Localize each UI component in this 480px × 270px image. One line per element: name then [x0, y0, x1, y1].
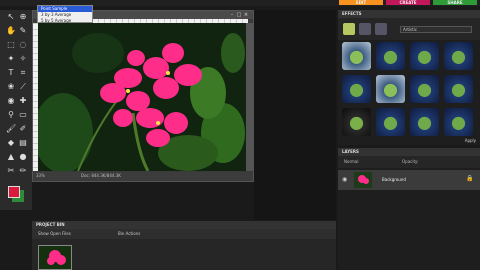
minimize-icon[interactable]: – — [229, 12, 235, 18]
foreground-color-swatch[interactable] — [8, 186, 20, 198]
cookie-cutter-tool-icon[interactable]: ❀ — [6, 82, 16, 92]
sponge-tool-icon[interactable]: ✂ — [6, 166, 16, 176]
effect-thumbnail[interactable] — [376, 42, 405, 70]
layer-styles-icon[interactable] — [359, 23, 371, 35]
document-scrollbar[interactable] — [246, 23, 253, 171]
healing-brush-tool-icon[interactable]: ✚ — [18, 96, 28, 106]
zoom-tool-icon[interactable]: ⊕ — [18, 12, 28, 22]
clone-stamp-tool-icon[interactable]: ⚲ — [6, 110, 16, 120]
marquee-tool-icon[interactable]: ⬚ — [6, 40, 16, 50]
effects-category-select[interactable]: Artistic — [400, 26, 472, 33]
flower-photo[interactable] — [38, 23, 246, 171]
effect-thumbnail[interactable] — [410, 75, 439, 103]
paint-bucket-tool-icon[interactable]: ◆ — [6, 138, 16, 148]
layer-name: Background — [382, 177, 406, 182]
gradient-tool-icon[interactable]: ▤ — [18, 138, 28, 148]
type-tool-icon[interactable]: T — [6, 68, 16, 78]
tab-create[interactable]: CREATE — [386, 0, 430, 5]
show-open-files-select[interactable]: Show Open Files — [38, 229, 71, 239]
effects-panel-title: EFFECTS — [338, 10, 480, 18]
filters-icon[interactable] — [343, 23, 355, 35]
zoom-level[interactable]: 33% — [36, 172, 45, 180]
layers-panel: LAYERS Normal Opacity: ◉ Background 🔒 — [338, 148, 480, 270]
smart-brush-tool-icon[interactable]: ✐ — [18, 124, 28, 134]
red-eye-tool-icon[interactable]: ◉ — [6, 96, 16, 106]
hand-tool-icon[interactable]: ✋ — [6, 26, 16, 36]
project-bin-toolbar: Show Open Files Bin Actions — [32, 229, 336, 239]
project-bin-thumbnail[interactable] — [38, 245, 72, 270]
document-window: – □ × 33% Doc: 844.3K/844.3K — [32, 10, 254, 182]
crop-tool-icon[interactable]: ⌗ — [18, 68, 28, 78]
photo-effects-icon[interactable] — [375, 23, 387, 35]
photo-editor-app: EDIT CREATE SHARE ↖ ⊕ ✋ ✎ ⬚ ◌ ✦ ✧ T ⌗ ❀ … — [0, 0, 480, 270]
document-size: Doc: 844.3K/844.3K — [81, 173, 121, 178]
magic-wand-tool-icon[interactable]: ✦ — [6, 54, 16, 64]
document-status-bar: 33% Doc: 844.3K/844.3K — [33, 172, 253, 180]
effect-thumbnail[interactable] — [342, 42, 371, 70]
lock-icon[interactable]: 🔒 — [466, 175, 473, 182]
effects-panel: EFFECTS Artistic Apply — [338, 10, 480, 145]
effect-thumbnail[interactable] — [444, 108, 473, 136]
blur-tool-icon[interactable]: ● — [18, 152, 28, 162]
layers-panel-title: LAYERS — [338, 148, 480, 156]
close-icon[interactable]: × — [243, 12, 249, 18]
toolbox: ↖ ⊕ ✋ ✎ ⬚ ◌ ✦ ✧ T ⌗ ❀ ⟋ ◉ ✚ ⚲ ▭ 🖌 ✐ ◆ ▤ … — [0, 10, 32, 210]
maximize-icon[interactable]: □ — [236, 12, 242, 18]
sample-size-menu: Point Sample 3 by 3 Average 5 by 5 Avera… — [37, 5, 93, 23]
tab-share[interactable]: SHARE — [433, 0, 477, 5]
effect-thumbnail[interactable] — [342, 108, 371, 136]
selection-brush-tool-icon[interactable]: ✧ — [18, 54, 28, 64]
workspace-background — [254, 10, 336, 220]
effect-thumbnail[interactable] — [376, 75, 405, 103]
pencil-tool-icon[interactable]: ✏ — [18, 166, 28, 176]
effects-grid — [342, 42, 476, 138]
effect-thumbnail[interactable] — [410, 108, 439, 136]
effect-thumbnail[interactable] — [376, 108, 405, 136]
menu-item-5x5-average[interactable]: 5 by 5 Average — [38, 18, 92, 24]
effects-toolbar: Artistic — [338, 18, 480, 40]
layers-toolbar: Normal Opacity: — [338, 156, 480, 168]
eraser-tool-icon[interactable]: ▭ — [18, 110, 28, 120]
layer-row-background[interactable]: ◉ Background 🔒 — [338, 170, 480, 190]
tab-edit[interactable]: EDIT — [339, 0, 383, 5]
effect-thumbnail[interactable] — [410, 42, 439, 70]
effect-thumbnail[interactable] — [444, 75, 473, 103]
blend-mode-select[interactable]: Normal — [344, 156, 358, 168]
effect-thumbnail[interactable] — [342, 75, 371, 103]
eyedropper-tool-icon[interactable]: ✎ — [18, 26, 28, 36]
move-tool-icon[interactable]: ↖ — [6, 12, 16, 22]
bin-actions-menu[interactable]: Bin Actions — [118, 229, 140, 239]
shape-tool-icon[interactable]: ▲ — [6, 152, 16, 162]
lasso-tool-icon[interactable]: ◌ — [18, 40, 28, 50]
straighten-tool-icon[interactable]: ⟋ — [18, 82, 28, 92]
layer-thumbnail — [354, 172, 372, 188]
effect-thumbnail[interactable] — [444, 42, 473, 70]
opacity-label: Opacity: — [402, 159, 419, 164]
brush-tool-icon[interactable]: 🖌 — [6, 124, 16, 134]
project-bin-title: PROJECT BIN — [32, 221, 336, 229]
apply-effect-button[interactable]: Apply — [446, 138, 476, 144]
project-bin: PROJECT BIN Show Open Files Bin Actions — [32, 221, 336, 270]
visibility-eye-icon[interactable]: ◉ — [342, 176, 347, 183]
